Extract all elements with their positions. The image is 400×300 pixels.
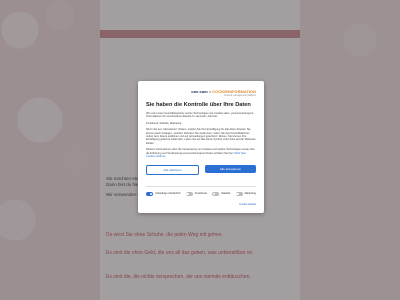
- brand-name: one.com: [191, 89, 208, 94]
- consent-toggles: Unbedingt erforderlich Funktional Statis…: [146, 192, 256, 196]
- decline-all-button[interactable]: Alle ablehnen: [146, 165, 199, 175]
- toggle-statistics[interactable]: Statistik: [212, 192, 230, 196]
- accept-all-button[interactable]: Alle akzeptieren: [205, 165, 256, 173]
- dialog-intro: Wir und unsere Geschäftspartner nutzen T…: [146, 112, 254, 119]
- dialog-actions: Alle ablehnen Alle akzeptieren: [146, 165, 256, 175]
- switch-necessary[interactable]: [146, 192, 153, 196]
- dialog-more-info: Weitere Informationen über die Verwendun…: [146, 148, 255, 159]
- toggle-necessary[interactable]: Unbedingt erforderlich: [146, 192, 181, 196]
- dialog-divider: [146, 186, 256, 187]
- dialog-purposes: Funktional, Statistik, Marketing: [146, 121, 182, 125]
- brand-logo: one.com × COOKIEINFORMATION consent mana…: [146, 89, 256, 98]
- toggle-functional[interactable]: Funktional: [185, 192, 207, 196]
- cookie-details-link[interactable]: Cookie-Details: [239, 203, 256, 206]
- dialog-body: Wenn Sie auf „Akzeptieren“ klicken, erte…: [146, 128, 256, 145]
- switch-statistics[interactable]: [212, 192, 220, 196]
- switch-functional[interactable]: [185, 192, 193, 196]
- cookie-consent-dialog: one.com × COOKIEINFORMATION consent mana…: [138, 81, 264, 213]
- dialog-title: Sie haben die Kontrolle über Ihre Daten: [146, 102, 251, 108]
- brand-tagline: consent management platform: [223, 94, 256, 97]
- switch-marketing[interactable]: [235, 192, 243, 196]
- toggle-marketing[interactable]: Marketing: [235, 192, 256, 196]
